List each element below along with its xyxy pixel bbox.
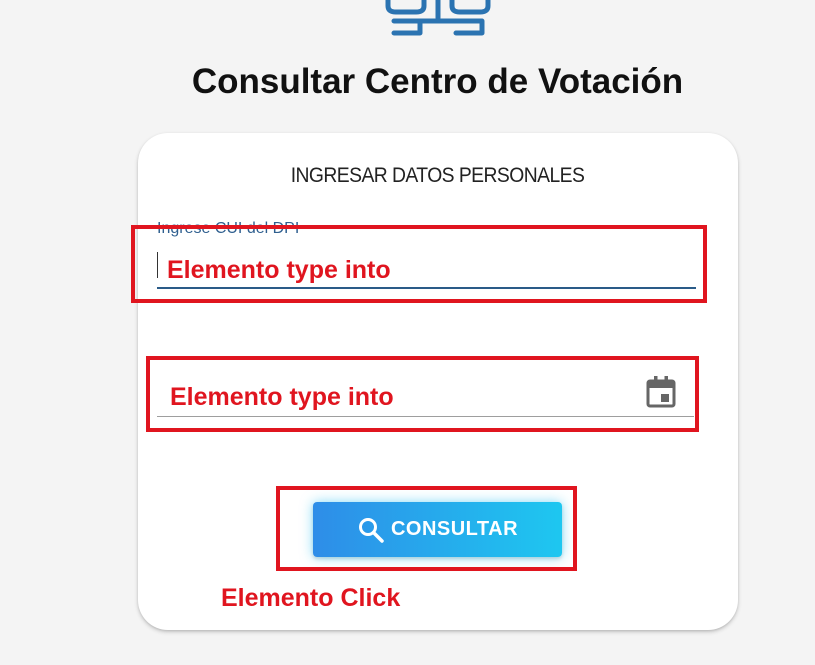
annotation-label-date: Elemento type into	[170, 383, 394, 411]
annotation-box-button	[276, 486, 577, 571]
annotation-label-button: Elemento Click	[221, 584, 401, 612]
form-heading: INGRESAR DATOS PERSONALES	[290, 164, 585, 187]
page-title: Consultar Centro de Votación	[191, 62, 684, 101]
annotation-label-cui: Elemento type into	[167, 256, 391, 284]
logo-icon	[385, 0, 491, 36]
